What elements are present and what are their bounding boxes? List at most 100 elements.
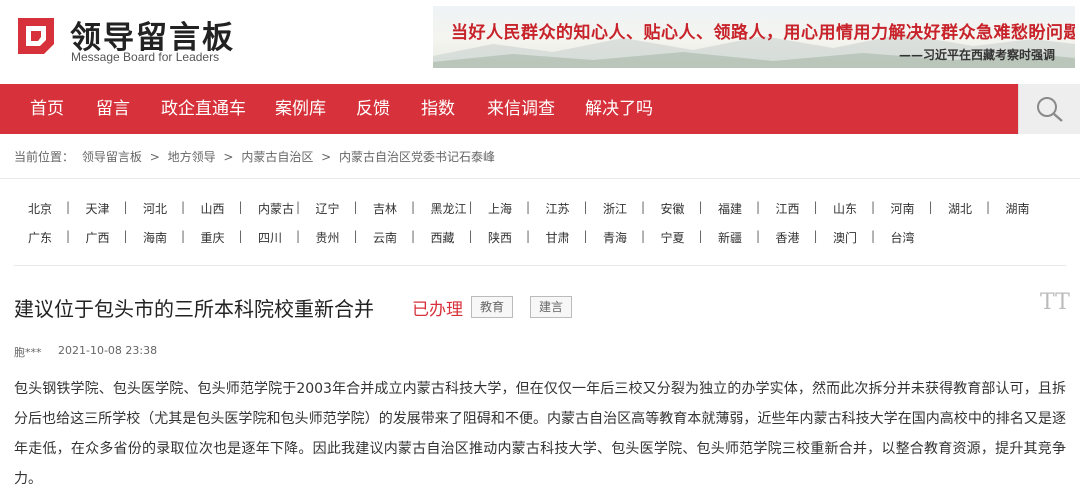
region-link[interactable]: 西藏 <box>431 229 455 246</box>
header-banner: 当好人民群众的知心人、贴心人、领路人，用心用情用力解决好群众急难愁盼问题。 ——… <box>433 6 1075 68</box>
region-link[interactable]: 新疆 <box>718 229 742 246</box>
region-link[interactable]: 福建 <box>718 200 742 217</box>
breadcrumb-item[interactable]: 领导留言板 <box>82 150 142 164</box>
site-logo[interactable]: 领导留言板 Message Board for Leaders <box>14 12 254 68</box>
breadcrumb-item[interactable]: 地方领导 <box>168 150 216 164</box>
banner-quote: 当好人民群众的知心人、贴心人、领路人，用心用情用力解决好群众急难愁盼问题。 <box>451 23 1075 43</box>
region-link[interactable]: 甘肃 <box>546 229 570 246</box>
region-separator: | <box>411 229 416 243</box>
status-badge: 已办理 <box>412 300 463 320</box>
region-separator: | <box>181 229 186 243</box>
region-link[interactable]: 北京 <box>28 200 52 217</box>
breadcrumb-item[interactable]: 内蒙古自治区 <box>241 150 313 164</box>
nav-item-message[interactable]: 留言 <box>96 84 130 134</box>
region-separator: | <box>698 200 703 214</box>
breadcrumb-separator: > <box>149 150 160 164</box>
main-nav: 首页 留言 政企直通车 案例库 反馈 指数 来信调查 解决了吗 <box>0 84 1080 134</box>
region-link[interactable]: 澳门 <box>833 229 857 246</box>
region-separator: | <box>698 229 703 243</box>
region-link[interactable]: 河北 <box>143 200 167 217</box>
nav-item-resolved[interactable]: 解决了吗 <box>585 84 653 134</box>
region-separator: | <box>181 200 186 214</box>
region-link[interactable]: 山西 <box>201 200 225 217</box>
banner-source: ——习近平在西藏考察时强调 <box>898 48 1055 62</box>
region-link[interactable]: 黑龙江 <box>431 200 467 217</box>
region-link[interactable]: 安徽 <box>661 200 685 217</box>
font-size-icon[interactable]: TT <box>1040 290 1070 315</box>
region-separator: | <box>411 200 416 214</box>
breadcrumb-prefix: 当前位置： <box>14 150 75 164</box>
nav-item-index[interactable]: 指数 <box>421 84 455 134</box>
region-separator: | <box>353 229 358 243</box>
region-link[interactable]: 陕西 <box>488 229 512 246</box>
region-link[interactable]: 重庆 <box>201 229 225 246</box>
region-separator: | <box>928 200 933 214</box>
region-link[interactable]: 台湾 <box>891 229 915 246</box>
search-button[interactable] <box>1018 84 1080 134</box>
region-link[interactable]: 云南 <box>373 229 397 246</box>
region-separator: | <box>641 200 646 214</box>
region-separator: | <box>756 200 761 214</box>
region-link[interactable]: 青海 <box>603 229 627 246</box>
post-datetime: 2021-10-08 23:38 <box>58 344 158 357</box>
region-separator: | <box>123 200 128 214</box>
breadcrumb: 当前位置： 领导留言板 > 地方领导 > 内蒙古自治区 > 内蒙古自治区党委书记… <box>14 148 499 165</box>
region-link[interactable]: 江西 <box>776 200 800 217</box>
region-separator: | <box>871 229 876 243</box>
region-separator: | <box>526 200 531 214</box>
nav-item-survey[interactable]: 来信调查 <box>487 84 555 134</box>
region-separator: | <box>756 229 761 243</box>
region-link[interactable]: 吉林 <box>373 200 397 217</box>
breadcrumb-item[interactable]: 内蒙古自治区党委书记石泰峰 <box>339 150 495 164</box>
region-link[interactable]: 湖南 <box>1006 200 1030 217</box>
nav-item-home[interactable]: 首页 <box>30 84 64 134</box>
region-separator: | <box>123 229 128 243</box>
region-separator: | <box>296 229 301 243</box>
region-link[interactable]: 浙江 <box>603 200 627 217</box>
region-link[interactable]: 辽宁 <box>316 200 340 217</box>
region-link[interactable]: 海南 <box>143 229 167 246</box>
nav-item-enterprise[interactable]: 政企直通车 <box>161 84 246 134</box>
region-link[interactable]: 江苏 <box>546 200 570 217</box>
logo-mark-icon <box>18 18 54 54</box>
tag-suggestion[interactable]: 建言 <box>530 296 573 318</box>
region-separator: | <box>986 200 991 214</box>
logo-subtitle: Message Board for Leaders <box>71 50 220 64</box>
region-separator: | <box>353 200 358 214</box>
region-separator: | <box>296 200 301 214</box>
region-separator: | <box>583 200 588 214</box>
article-title: 建议位于包头市的三所本科院校重新合并 <box>14 297 374 321</box>
region-link[interactable]: 山东 <box>833 200 857 217</box>
region-link[interactable]: 上海 <box>488 200 512 217</box>
region-separator: | <box>468 229 473 243</box>
region-link[interactable]: 内蒙古 <box>258 200 294 217</box>
region-link[interactable]: 宁夏 <box>661 229 685 246</box>
search-icon <box>1037 97 1063 122</box>
region-link[interactable]: 贵州 <box>316 229 340 246</box>
region-link[interactable]: 天津 <box>86 200 110 217</box>
breadcrumb-separator: > <box>321 150 332 164</box>
region-link[interactable]: 广西 <box>86 229 110 246</box>
region-separator: | <box>66 229 71 243</box>
region-link[interactable]: 四川 <box>258 229 282 246</box>
region-separator: | <box>238 229 243 243</box>
region-separator: | <box>871 200 876 214</box>
site-header: 领导留言板 Message Board for Leaders 当好人民群众的知… <box>0 0 1080 84</box>
region-separator: | <box>641 229 646 243</box>
breadcrumb-separator: > <box>223 150 234 164</box>
region-link[interactable]: 广东 <box>28 229 52 246</box>
author-name: 胞*** <box>14 346 42 359</box>
region-separator: | <box>583 229 588 243</box>
nav-item-cases[interactable]: 案例库 <box>275 84 326 134</box>
region-separator: | <box>813 200 818 214</box>
region-separator: | <box>813 229 818 243</box>
nav-item-feedback[interactable]: 反馈 <box>356 84 390 134</box>
region-separator: | <box>526 229 531 243</box>
region-link[interactable]: 湖北 <box>948 200 972 217</box>
region-link[interactable]: 香港 <box>776 229 800 246</box>
article-body: 包头钢铁学院、包头医学院、包头师范学院于2003年合并成立内蒙古科技大学，但在仅… <box>14 381 1066 487</box>
region-separator: | <box>66 200 71 214</box>
tag-education[interactable]: 教育 <box>471 296 514 318</box>
region-link[interactable]: 河南 <box>891 200 915 217</box>
region-separator: | <box>238 200 243 214</box>
